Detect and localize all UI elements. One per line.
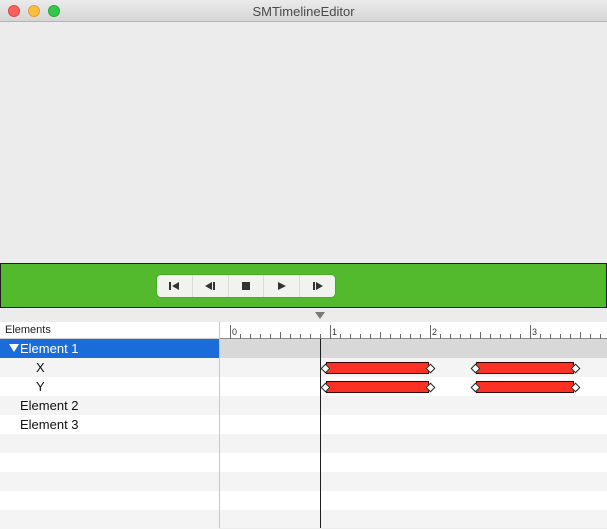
track-empty-row: [220, 491, 607, 510]
transport-controls: [157, 275, 335, 297]
elements-outline: Elements Element 1 X Y Element 2 Element…: [0, 322, 220, 529]
keyframe-segment[interactable]: [476, 381, 574, 393]
outline-empty-row: [0, 510, 219, 529]
skip-to-start-icon: [169, 282, 180, 290]
ruler-label: 2: [432, 327, 437, 337]
track-empty-row: [220, 434, 607, 453]
outline-empty-row: [0, 491, 219, 510]
track-row-element-1[interactable]: [220, 339, 607, 358]
outline-empty-row: [0, 453, 219, 472]
rewind-to-start-button[interactable]: [157, 275, 193, 297]
track-row-element-2[interactable]: [220, 396, 607, 415]
step-forward-icon: [312, 282, 323, 290]
outline-header: Elements: [0, 322, 219, 339]
ruler-label: 0: [232, 327, 237, 337]
play-button[interactable]: [264, 275, 301, 297]
timeline-editor: Elements Element 1 X Y Element 2 Element…: [0, 308, 607, 529]
outline-row-element-3[interactable]: Element 3: [0, 415, 219, 434]
playhead-marker-strip: [0, 308, 607, 322]
playhead-handle[interactable]: [315, 312, 325, 319]
step-forward-button[interactable]: [300, 275, 335, 297]
outline-empty-row: [0, 472, 219, 491]
step-back-button[interactable]: [193, 275, 229, 297]
outline-empty-row: [0, 434, 219, 453]
keyframe-segment[interactable]: [476, 362, 574, 374]
keyframe-segment[interactable]: [326, 381, 429, 393]
track-row-element-3[interactable]: [220, 415, 607, 434]
keyframe-segment[interactable]: [326, 362, 429, 374]
track-empty-row: [220, 472, 607, 491]
track-empty-row: [220, 510, 607, 528]
preview-area: [0, 22, 607, 263]
ruler-label: 3: [532, 327, 537, 337]
outline-row-x[interactable]: X: [0, 358, 219, 377]
timeline-tracks[interactable]: 0 1 2 3: [220, 322, 607, 528]
outline-row-label: Y: [36, 379, 45, 394]
outline-row-y[interactable]: Y: [0, 377, 219, 396]
disclosure-triangle-icon[interactable]: [9, 344, 19, 352]
ruler-label: 1: [332, 327, 337, 337]
outline-row-label: Element 2: [20, 398, 79, 413]
track-empty-row: [220, 453, 607, 472]
outline-row-label: Element 1: [20, 341, 79, 356]
play-icon: [277, 282, 286, 290]
outline-row-label: Element 3: [20, 417, 79, 432]
stage-view: [0, 263, 607, 308]
stop-button[interactable]: [229, 275, 265, 297]
time-ruler[interactable]: 0 1 2 3: [220, 322, 607, 339]
title-bar: SMTimelineEditor: [0, 0, 607, 22]
outline-row-element-1[interactable]: Element 1: [0, 339, 219, 358]
outline-row-element-2[interactable]: Element 2: [0, 396, 219, 415]
step-back-icon: [205, 282, 216, 290]
window-title: SMTimelineEditor: [252, 4, 355, 19]
stop-icon: [241, 282, 250, 290]
outline-row-label: X: [36, 360, 45, 375]
ruler-ticks: 0 1 2 3: [220, 325, 607, 339]
